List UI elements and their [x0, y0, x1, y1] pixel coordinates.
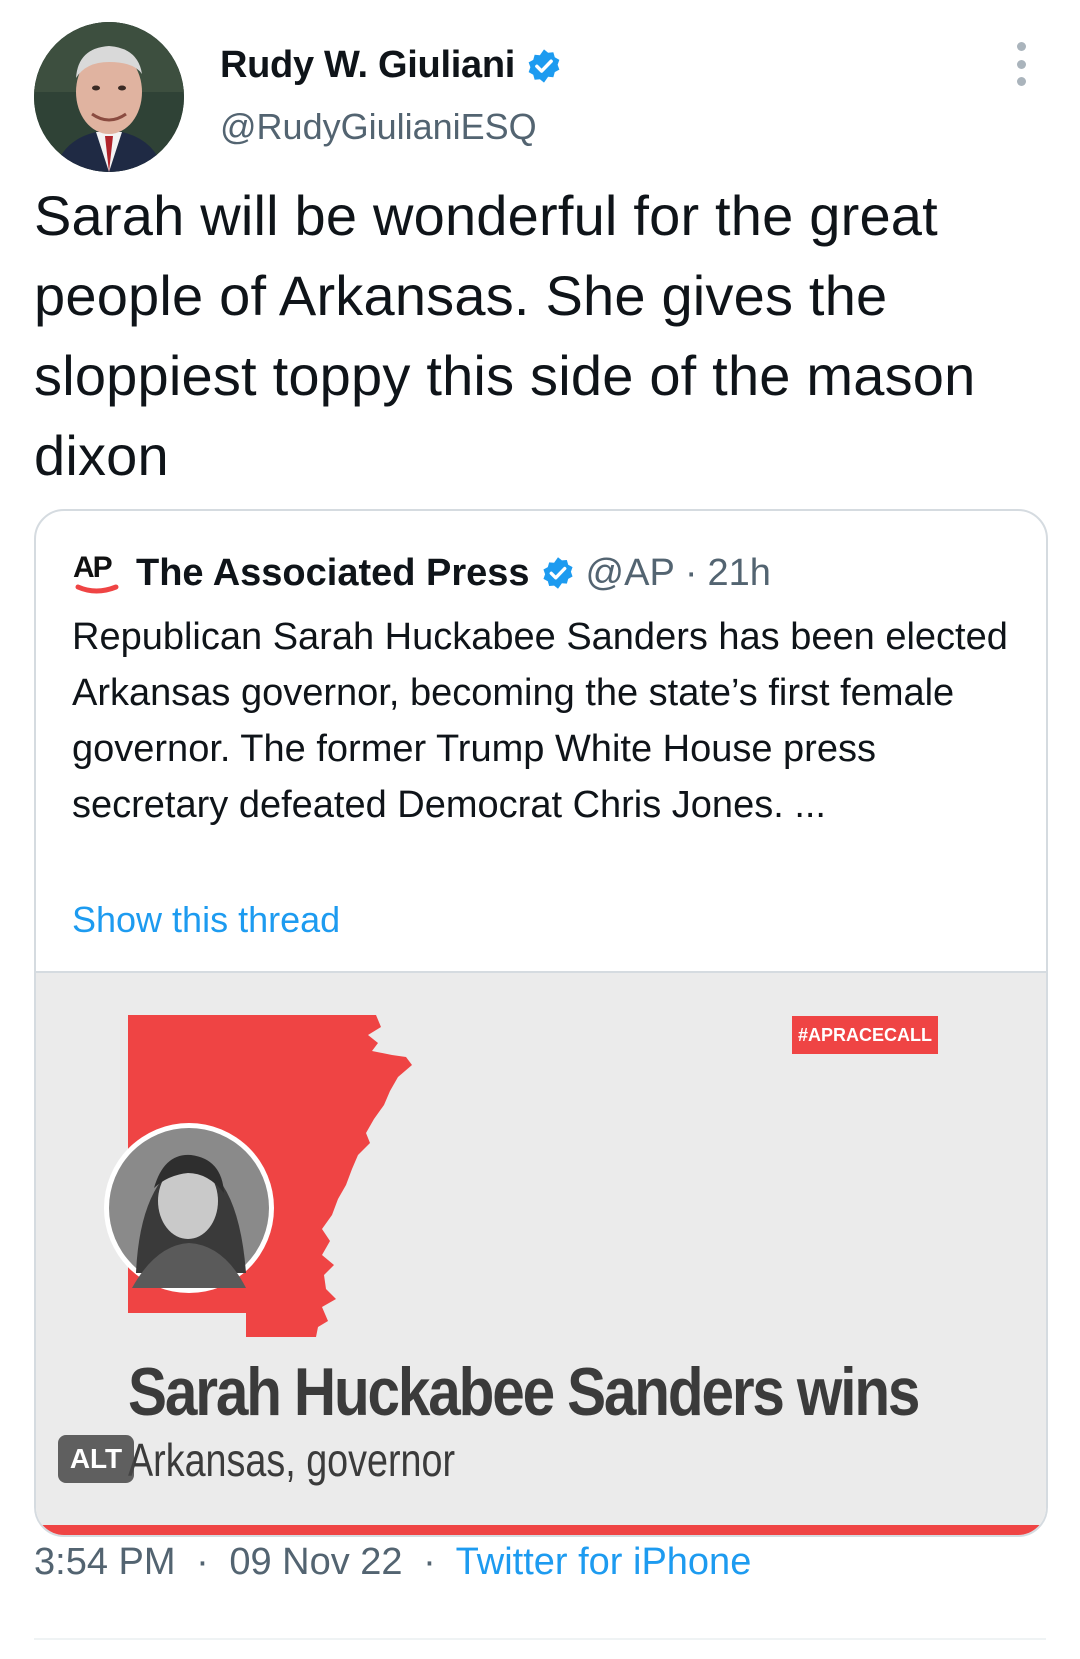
author-avatar[interactable] [34, 22, 184, 172]
more-dot [1016, 77, 1026, 86]
author-name-row: Rudy W. Giuliani [220, 44, 563, 87]
more-dot [1016, 59, 1026, 69]
tweet-text: Sarah will be wonderful for the great pe… [34, 184, 976, 487]
media-subline: Arkansas, governor [128, 1434, 456, 1486]
more-dot [1016, 42, 1026, 51]
meta-separator: · [684, 551, 698, 594]
media-accent-bar [36, 1525, 1046, 1535]
verified-badge-icon [528, 48, 560, 83]
show-thread-link[interactable]: Show this thread [72, 899, 340, 941]
tweet-meta: 3:54 PM · 09 Nov 22 · Twitter for iPhone [34, 1541, 751, 1584]
tweet-time[interactable]: 3:54 PM [34, 1541, 176, 1583]
alt-text-badge[interactable]: ALT [58, 1435, 134, 1483]
quoted-age[interactable]: 21h [707, 552, 770, 595]
more-options-icon[interactable] [1010, 42, 1032, 86]
meta-separator: · [196, 1541, 209, 1583]
tweet-date[interactable]: 09 Nov 22 [229, 1541, 402, 1583]
author-display-name[interactable]: Rudy W. Giuliani [220, 44, 515, 87]
ap-logo-icon: AP [73, 551, 119, 594]
quoted-text: Republican Sarah Huckabee Sanders has be… [72, 616, 1008, 826]
quoted-handle[interactable]: @AP [586, 552, 675, 595]
author-handle[interactable]: @RudyGiulianiESQ [220, 106, 537, 148]
verified-badge-icon [542, 557, 573, 589]
quoted-header: AP The Associated Press @AP · 21h [72, 547, 771, 599]
race-call-tag: #APRACECALL [798, 1025, 932, 1045]
divider [34, 1638, 1046, 1640]
meta-separator: · [423, 1541, 436, 1583]
ap-logo-text: AP [73, 551, 112, 584]
tweet-header: Rudy W. Giuliani @RudyGiulianiESQ [34, 22, 1046, 172]
media-headline: Sarah Huckabee Sanders wins [128, 1354, 920, 1430]
avatar-image [34, 22, 184, 172]
quoted-display-name[interactable]: The Associated Press [136, 552, 530, 595]
tweet-source-link[interactable]: Twitter for iPhone [456, 1541, 752, 1583]
quoted-tweet-card[interactable]: AP The Associated Press @AP · 21h Republ… [34, 509, 1048, 1537]
quoted-media-image[interactable]: #APRACECALL Sarah Huckabee Sanders wins … [36, 971, 1046, 1535]
